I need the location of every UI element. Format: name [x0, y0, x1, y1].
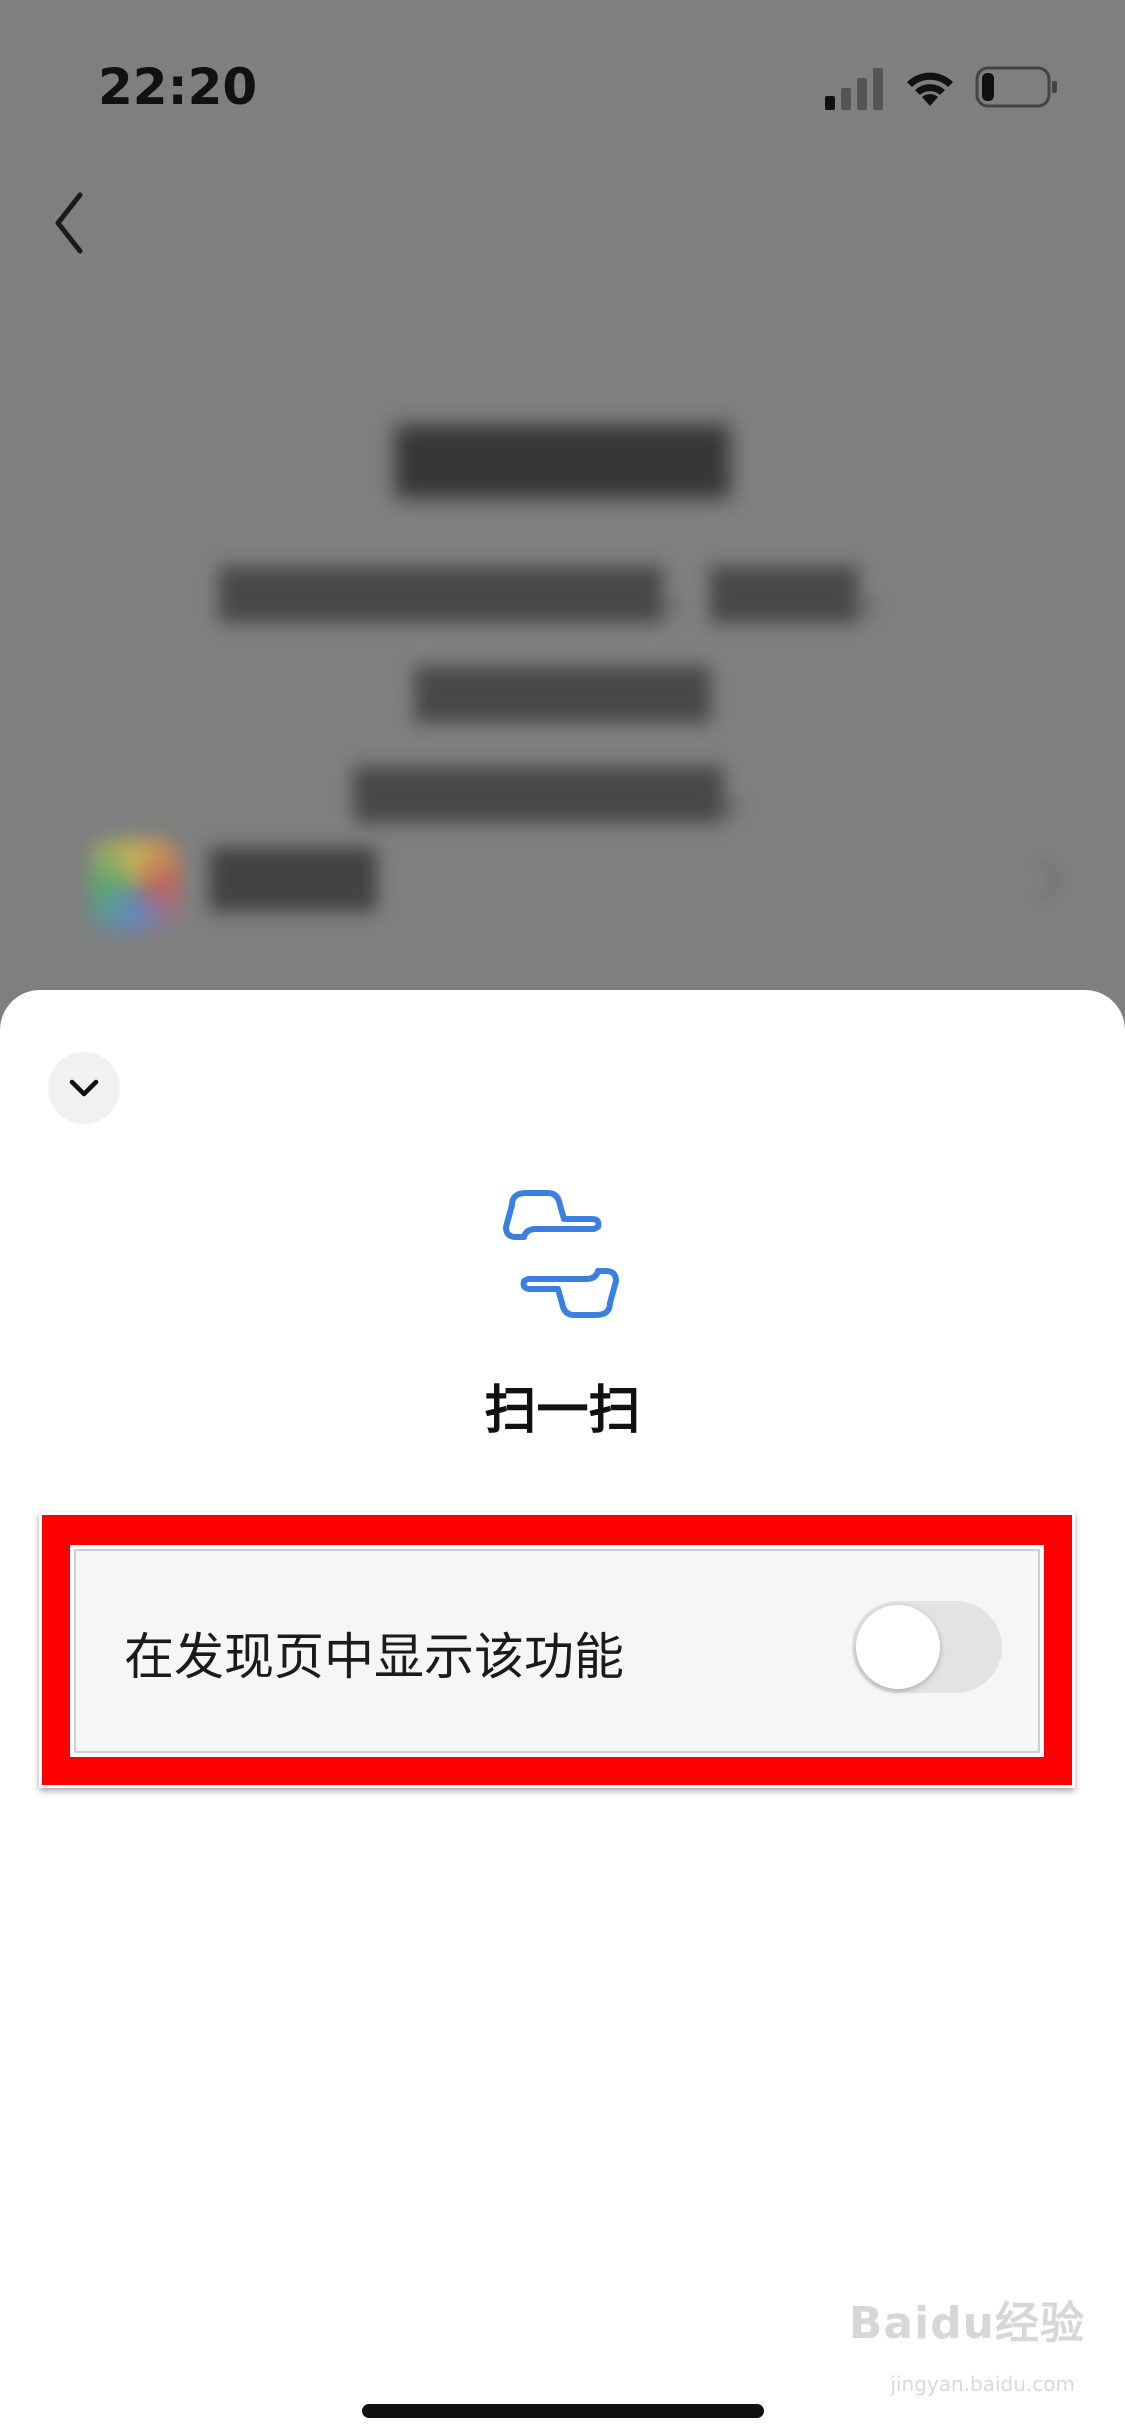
bottom-sheet: 扫一扫 在发现页中显示该功能 Baidu经验 jingyan.baidu.com	[0, 990, 1125, 2436]
back-button[interactable]	[48, 185, 108, 265]
background-description-line: ████████████，████，████████	[219, 567, 906, 723]
home-indicator	[362, 2404, 764, 2418]
highlight-annotation-box: 在发现页中显示该功能	[42, 1515, 1072, 1785]
background-app-icon	[90, 840, 180, 930]
wifi-icon	[907, 72, 953, 106]
setting-label: 在发现页中显示该功能	[124, 1628, 624, 1686]
status-time: 22:20	[98, 58, 258, 116]
cellular-signal-icon	[825, 68, 883, 110]
watermark-url: jingyan.baidu.com	[890, 2372, 1075, 2396]
status-icons	[825, 60, 1125, 120]
watermark-logo: Baidu经验	[848, 2298, 1085, 2349]
background-chevron-right-icon	[1038, 858, 1064, 902]
background-title: ███████	[395, 425, 730, 498]
collapse-sheet-button[interactable]	[48, 1052, 120, 1124]
background-app-name: ████	[210, 848, 377, 911]
setting-row-show-in-discover: 在发现页中显示该功能	[70, 1545, 1044, 1757]
chevron-down-icon	[69, 1079, 99, 1097]
background-description-line: ██████████。	[353, 767, 772, 823]
background-description: ████████████，████，████████ ██████████。	[90, 545, 1035, 845]
battery-low-icon	[975, 66, 1057, 108]
feature-name: 扫一扫	[484, 1381, 641, 1441]
show-in-discover-toggle[interactable]	[852, 1601, 1002, 1693]
scan-icon	[503, 1190, 619, 1318]
toggle-knob	[856, 1605, 940, 1689]
